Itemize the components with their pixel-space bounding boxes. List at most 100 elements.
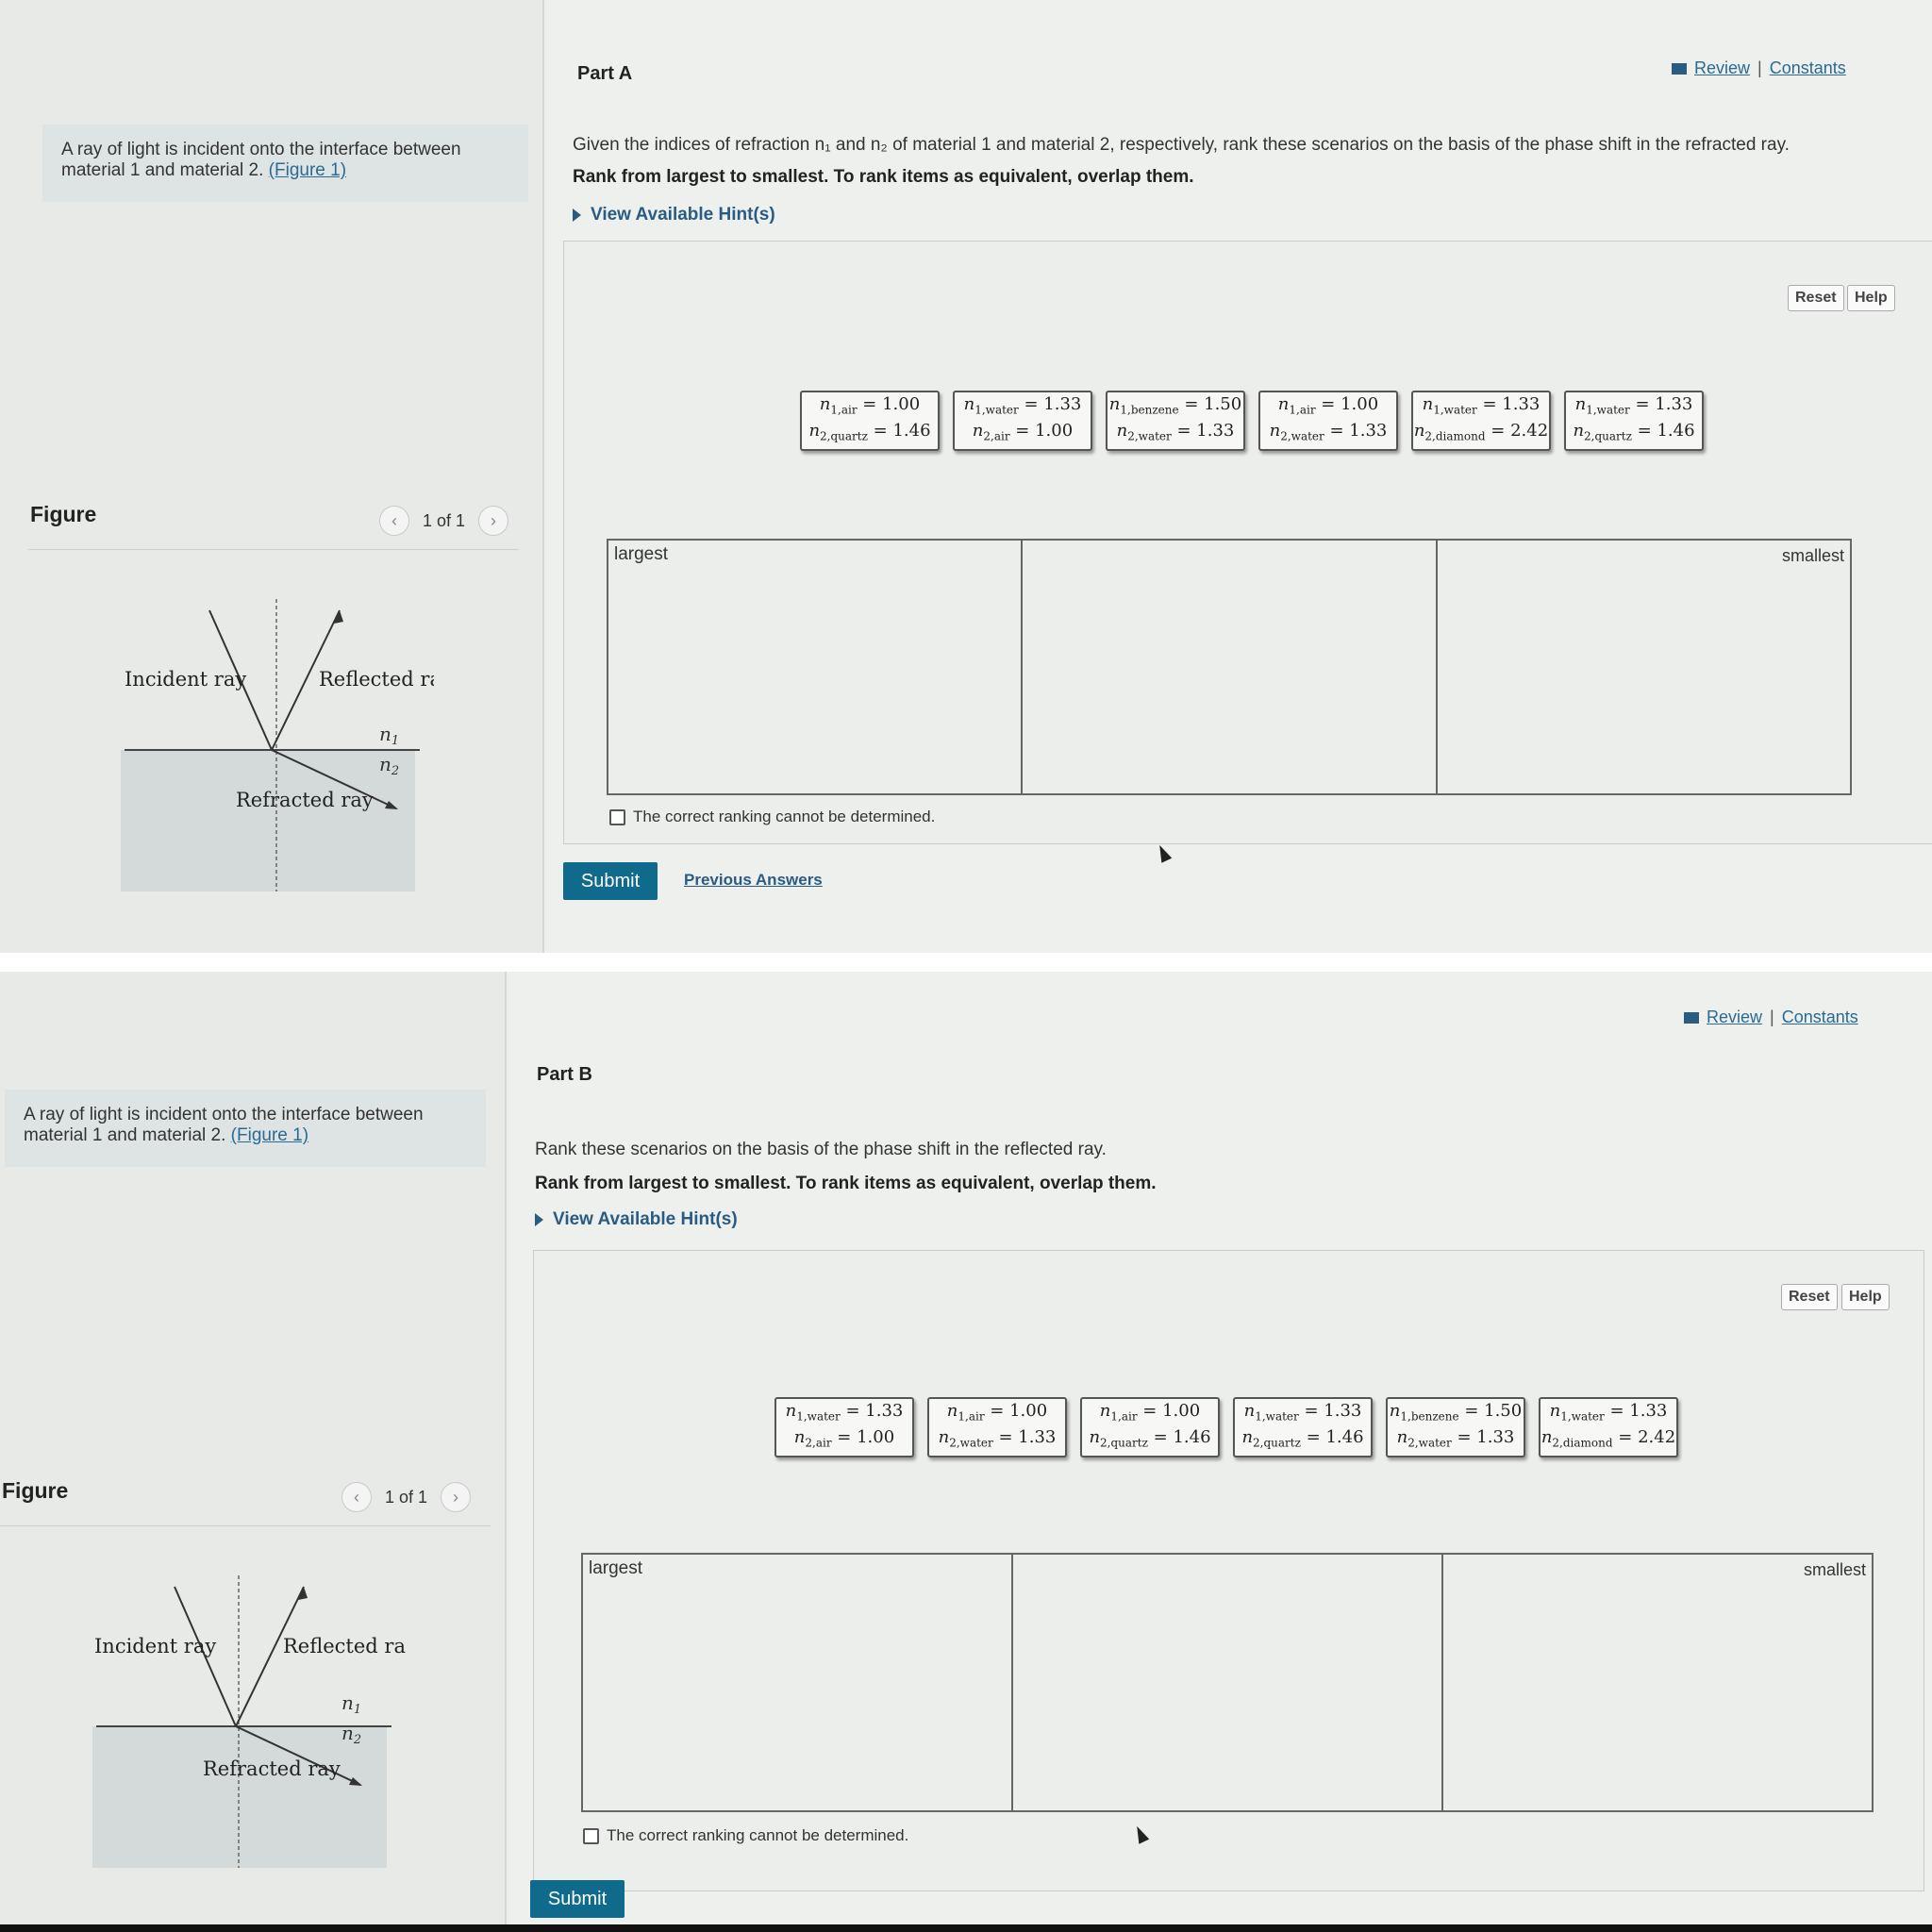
chip-n1-line: n1,air = 1.00	[819, 394, 921, 417]
problem-text: A ray of light is incident onto the inte…	[24, 1105, 424, 1145]
figure-pager-text: 1 of 1	[423, 510, 466, 530]
part-b-submit-button[interactable]: Submit	[530, 1880, 625, 1918]
scenario-chip[interactable]: n1,benzene = 1.50 n2,water = 1.33	[1386, 1397, 1525, 1457]
chip-n2-line: n2,quartz = 1.46	[1241, 1427, 1364, 1450]
part-b-question: Rank these scenarios on the basis of the…	[535, 1140, 1107, 1159]
scenario-chip[interactable]: n1,water = 1.33 n2,diamond = 2.42	[1411, 391, 1551, 451]
constants-link[interactable]: Constants	[1770, 58, 1846, 78]
review-constants-links: Review | Constants	[1684, 1008, 1858, 1027]
scenario-chip[interactable]: n1,air = 1.00 n2,water = 1.33	[927, 1397, 1067, 1457]
largest-label: largest	[589, 1558, 643, 1578]
link-separator: |	[1757, 58, 1762, 77]
cannot-determine-label: The correct ranking cannot be determined…	[607, 1826, 909, 1844]
figure-prev-button[interactable]: ‹	[379, 506, 409, 536]
previous-answers-link[interactable]: Previous Answers	[684, 871, 823, 890]
chip-n2-line: n2,quartz = 1.46	[1089, 1427, 1211, 1450]
rank-slot-3[interactable]: smallest	[1438, 541, 1850, 793]
part-b-chip-pool: n1,water = 1.33 n2,air = 1.00 n1,air = 1.0…	[774, 1397, 1678, 1457]
chip-n2-line: n2,water = 1.33	[1116, 421, 1235, 443]
constants-link[interactable]: Constants	[1782, 1008, 1858, 1027]
n1-label: n1	[379, 723, 399, 748]
scenario-chip[interactable]: n1,water = 1.33 n2,quartz = 1.46	[1233, 1397, 1373, 1457]
refracted-ray-label: Refracted ray	[236, 789, 374, 811]
figure-pager: ‹ 1 of 1 ›	[379, 506, 509, 536]
book-icon	[1672, 62, 1687, 75]
link-separator: |	[1770, 1008, 1774, 1026]
chip-n1-line: n1,air = 1.00	[1099, 1401, 1201, 1424]
help-button[interactable]: Help	[1841, 1284, 1890, 1310]
part-a-submit-button[interactable]: Submit	[563, 862, 658, 900]
chip-n2-line: n2,quartz = 1.46	[1573, 421, 1695, 443]
reflected-ray-label: Reflected ray	[283, 1635, 406, 1657]
figure-pager-text: 1 of 1	[385, 1487, 428, 1507]
cannot-determine-label: The correct ranking cannot be determined…	[633, 808, 936, 825]
scenario-chip[interactable]: n1,air = 1.00 n2,quartz = 1.46	[1080, 1397, 1220, 1457]
chip-n1-line: n1,benzene = 1.50	[1108, 394, 1242, 417]
chip-n1-line: n1,air = 1.00	[946, 1401, 1048, 1424]
review-link[interactable]: Review	[1694, 58, 1750, 78]
figure-title: Figure	[2, 1478, 69, 1503]
part-a-screenshot: A ray of light is incident onto the inte…	[0, 0, 1932, 953]
scenario-chip[interactable]: n1,water = 1.33 n2,diamond = 2.42	[1539, 1397, 1678, 1457]
part-b-rank-area[interactable]: largest smallest	[581, 1553, 1874, 1812]
chip-n1-line: n1,water = 1.33	[1243, 1401, 1362, 1424]
reset-button[interactable]: Reset	[1781, 1284, 1838, 1310]
refraction-diagram: Incident ray Reflected ray Refracted ray…	[121, 599, 434, 891]
rank-slot-1[interactable]: largest	[583, 1555, 1013, 1810]
part-b-title: Part B	[537, 1064, 592, 1085]
left-column: A ray of light is incident onto the inte…	[0, 0, 542, 953]
chip-n1-line: n1,water = 1.33	[1422, 394, 1541, 417]
figure-next-button[interactable]: ›	[441, 1482, 472, 1512]
problem-statement: A ray of light is incident onto the inte…	[42, 125, 528, 202]
chip-n2-line: n2,water = 1.33	[1396, 1427, 1515, 1450]
help-button[interactable]: Help	[1847, 285, 1895, 311]
right-column: Part B Review | Constants Rank these sce…	[505, 972, 1932, 1924]
part-b-instruction: Rank from largest to smallest. To rank i…	[535, 1174, 1157, 1193]
expand-triangle-icon	[535, 1213, 543, 1226]
part-a-hints-toggle[interactable]: View Available Hint(s)	[573, 205, 775, 225]
incident-ray-label: Incident ray	[94, 1635, 216, 1657]
chip-n2-line: n2,air = 1.00	[972, 421, 1074, 443]
part-b-screenshot: A ray of light is incident onto the inte…	[0, 972, 1932, 1924]
largest-label: largest	[614, 544, 669, 564]
part-a-instruction: Rank from largest to smallest. To rank i…	[573, 167, 1194, 187]
part-a-question: Given the indices of refraction n₁ and n…	[573, 135, 1790, 155]
chip-n2-line: n2,diamond = 2.42	[1413, 421, 1549, 443]
scenario-chip[interactable]: n1,water = 1.33 n2,air = 1.00	[953, 391, 1092, 451]
reset-button[interactable]: Reset	[1788, 285, 1844, 311]
rank-slot-1[interactable]: largest	[608, 541, 1024, 793]
scenario-chip[interactable]: n1,water = 1.33 n2,air = 1.00	[774, 1397, 914, 1457]
cannot-determine-option[interactable]: The correct ranking cannot be determined…	[609, 808, 935, 826]
part-b-hints-toggle[interactable]: View Available Hint(s)	[535, 1209, 738, 1230]
cannot-determine-option[interactable]: The correct ranking cannot be determined…	[583, 1826, 908, 1845]
rank-slot-3[interactable]: smallest	[1443, 1555, 1872, 1810]
chip-n1-line: n1,air = 1.00	[1277, 394, 1379, 417]
figure-link[interactable]: (Figure 1)	[231, 1125, 308, 1145]
rank-slot-2[interactable]	[1013, 1555, 1443, 1810]
scenario-chip[interactable]: n1,benzene = 1.50 n2,water = 1.33	[1106, 391, 1245, 451]
scenario-chip[interactable]: n1,water = 1.33 n2,quartz = 1.46	[1564, 391, 1704, 451]
chip-n1-line: n1,water = 1.33	[1549, 1401, 1668, 1424]
problem-text: A ray of light is incident onto the inte…	[61, 140, 461, 180]
refraction-diagram: Incident ray Reflected ray Refracted ray…	[92, 1575, 406, 1868]
cannot-determine-checkbox[interactable]	[609, 808, 625, 825]
cannot-determine-checkbox[interactable]	[583, 1827, 599, 1844]
right-column: Part A Review | Constants Given the indi…	[542, 0, 1932, 953]
part-a-ranking-widget: Reset Help n1,air = 1.00 n2,quartz = 1.46…	[563, 241, 1932, 844]
review-link[interactable]: Review	[1707, 1008, 1762, 1027]
part-a-rank-area[interactable]: largest smallest	[607, 539, 1852, 795]
figure-next-button[interactable]: ›	[478, 506, 509, 536]
mouse-cursor-icon	[1154, 842, 1173, 863]
expand-triangle-icon	[573, 208, 581, 222]
review-constants-links: Review | Constants	[1672, 58, 1846, 78]
figure-pager: ‹ 1 of 1 ›	[341, 1482, 472, 1512]
part-a-title: Part A	[577, 63, 633, 84]
part-a-chip-pool: n1,air = 1.00 n2,quartz = 1.46 n1,water = …	[800, 391, 1704, 451]
figure-title: Figure	[30, 502, 97, 526]
screenshot-divider	[0, 953, 1932, 972]
scenario-chip[interactable]: n1,air = 1.00 n2,quartz = 1.46	[800, 391, 940, 451]
rank-slot-2[interactable]	[1023, 541, 1438, 793]
scenario-chip[interactable]: n1,air = 1.00 n2,water = 1.33	[1258, 391, 1398, 451]
figure-link[interactable]: (Figure 1)	[269, 160, 346, 180]
figure-prev-button[interactable]: ‹	[341, 1482, 372, 1512]
